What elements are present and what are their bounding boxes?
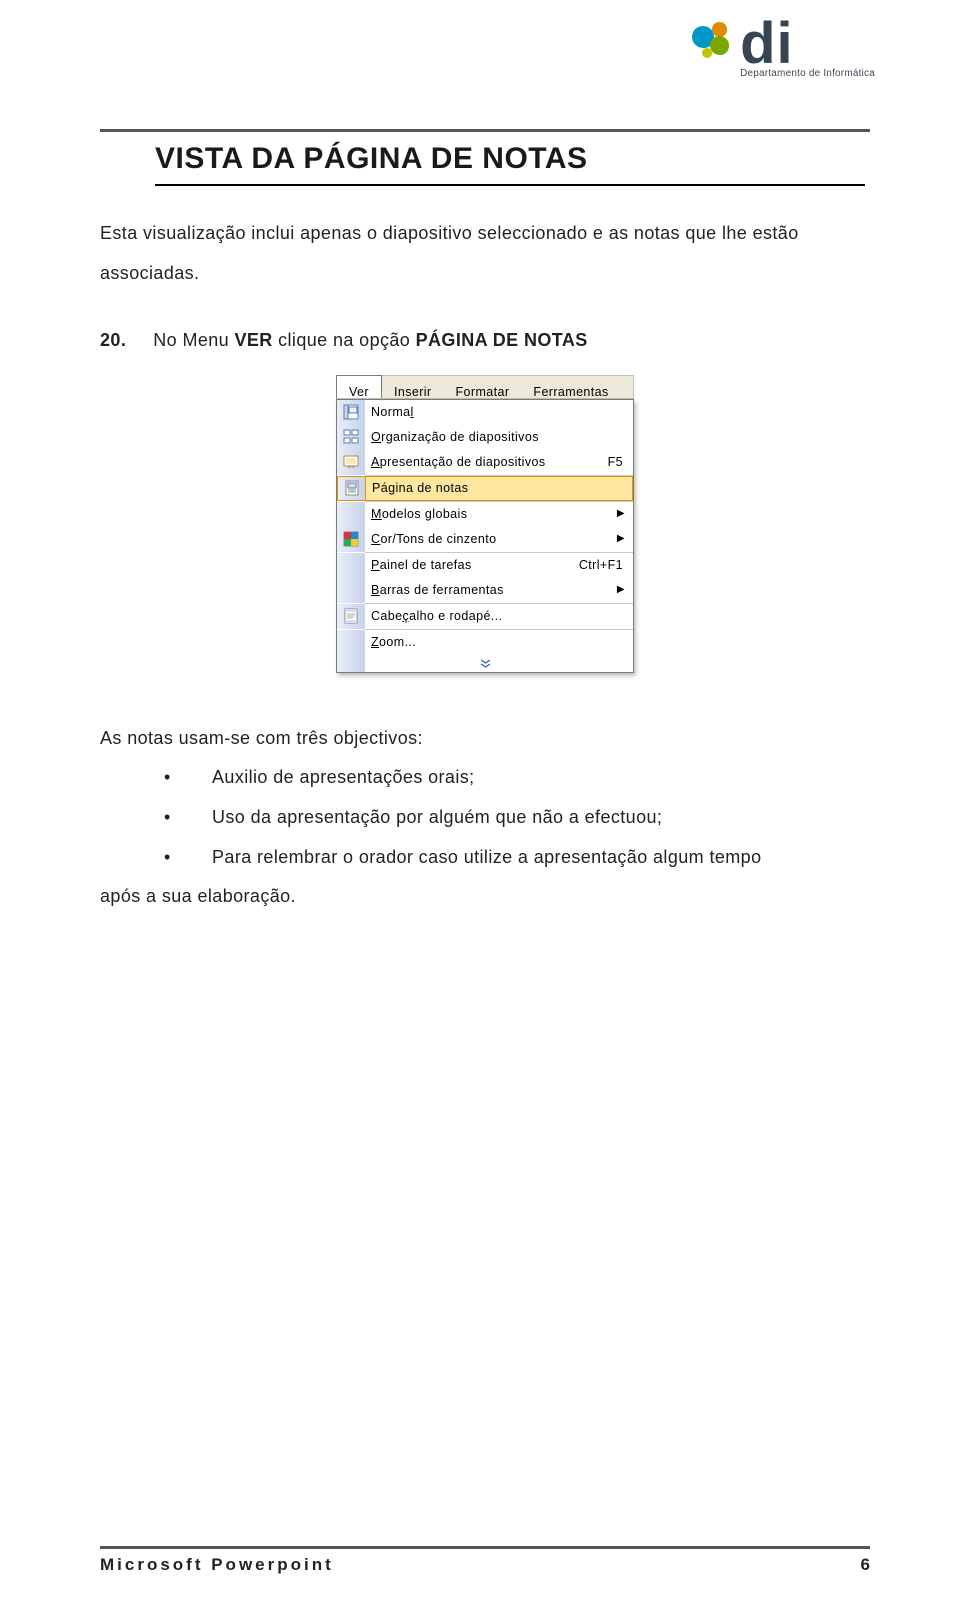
logo-subtitle: Departamento de Informática [740,68,875,79]
page-number: 6 [861,1555,870,1575]
orgslides-icon [337,425,365,450]
step-text-2: clique na opção [273,330,416,350]
intro-paragraph: Esta visualização inclui apenas o diapos… [100,214,870,293]
list-item: Auxilio de apresentações orais; [164,758,870,798]
menu-item-organizacao-de-diapositivos[interactable]: Organização de diapositivos [337,425,633,450]
page-header: di Departamento de Informática [100,22,870,132]
logo-text: di Departamento de Informática [740,18,875,79]
menu-item-apresentacao-de-diapositivos[interactable]: Apresentação de diapositivosF5 [337,450,633,475]
menu-dropdown: NormalOrganização de diapositivosApresen… [336,399,634,673]
menu-item-zoom[interactable]: Zoom... [337,630,633,655]
menu-item-label: Normal [365,399,633,427]
menu-screenshot: Ver Inserir Formatar Ferramentas NormalO… [336,375,634,673]
headerfooter-icon [337,604,365,629]
list-item: Para relembrar o orador caso utilize a a… [164,838,870,878]
footer-title: Microsoft Powerpoint [100,1555,334,1575]
color-icon [337,527,365,552]
blank-icon [337,578,365,603]
menu-item-label: Apresentação de diapositivos [365,449,608,477]
list-intro: As notas usam-se com três objectivos: [100,719,870,759]
submenu-arrow-icon: ▶ [617,528,633,550]
section-title: VISTA DA PÁGINA DE NOTAS [155,142,865,186]
list-item: Uso da apresentação por alguém que não a… [164,798,870,838]
bullet-list: Auxilio de apresentações orais; Uso da a… [164,758,870,877]
blank-icon [337,502,365,527]
step-20: 20. No Menu VER clique na opção PÁGINA D… [100,321,870,361]
slideshow-icon [337,450,365,475]
menu-item-label: Organização de diapositivos [365,424,633,452]
menu-item-label: Cor/Tons de cinzento [365,526,617,554]
menu-item-cabecalho-e-rodape[interactable]: Cabeçalho e rodapé... [337,604,633,629]
menu-bar: Ver Inserir Formatar Ferramentas [336,375,634,399]
page-footer: Microsoft Powerpoint 6 [100,1546,870,1575]
menu-item-shortcut: Ctrl+F1 [579,552,633,580]
menu-item-painel-de-tarefas[interactable]: Painel de tarefasCtrl+F1 [337,553,633,578]
menu-item-label: Modelos globais [365,501,617,529]
menu-item-shortcut: F5 [608,449,633,477]
menu-item-label: Painel de tarefas [365,552,579,580]
menu-item-label: Zoom... [365,629,633,657]
menu-item-pagina-de-notas[interactable]: Página de notas [337,476,633,501]
blank-icon [337,553,365,578]
body-text: Esta visualização inclui apenas o diapos… [100,214,870,917]
menu-item-label: Página de notas [366,475,632,503]
logo-wordmark: di [740,18,794,70]
menu-item-normal[interactable]: Normal [337,400,633,425]
menu-item-cortons-de-cinzento[interactable]: Cor/Tons de cinzento▶ [337,527,633,552]
menu-top-inserir[interactable]: Inserir [382,376,444,398]
menu-expand-chevron[interactable] [337,655,633,672]
document-page: di Departamento de Informática VISTA DA … [0,0,960,1597]
step-pagina: PÁGINA DE NOTAS [416,330,588,350]
after-list-text: após a sua elaboração. [100,877,870,917]
normal-icon [337,400,365,425]
menu-item-label: Barras de ferramentas [365,577,617,605]
submenu-arrow-icon: ▶ [617,503,633,525]
step-text-1: No Menu [153,330,234,350]
menu-top-ver[interactable]: Ver [336,375,382,398]
logo: di Departamento de Informática [688,22,875,79]
blank-icon [337,630,365,655]
submenu-arrow-icon: ▶ [617,579,633,601]
menu-item-label: Cabeçalho e rodapé... [365,603,633,631]
step-number: 20. [100,330,126,350]
step-ver: VER [235,330,273,350]
notes-icon [338,477,366,500]
menu-top-formatar[interactable]: Formatar [444,376,522,398]
menu-item-modelos-globais[interactable]: Modelos globais▶ [337,502,633,527]
logo-mark [688,22,738,72]
menu-item-barras-de-ferramentas[interactable]: Barras de ferramentas▶ [337,578,633,603]
menu-top-ferramentas[interactable]: Ferramentas [521,376,620,398]
